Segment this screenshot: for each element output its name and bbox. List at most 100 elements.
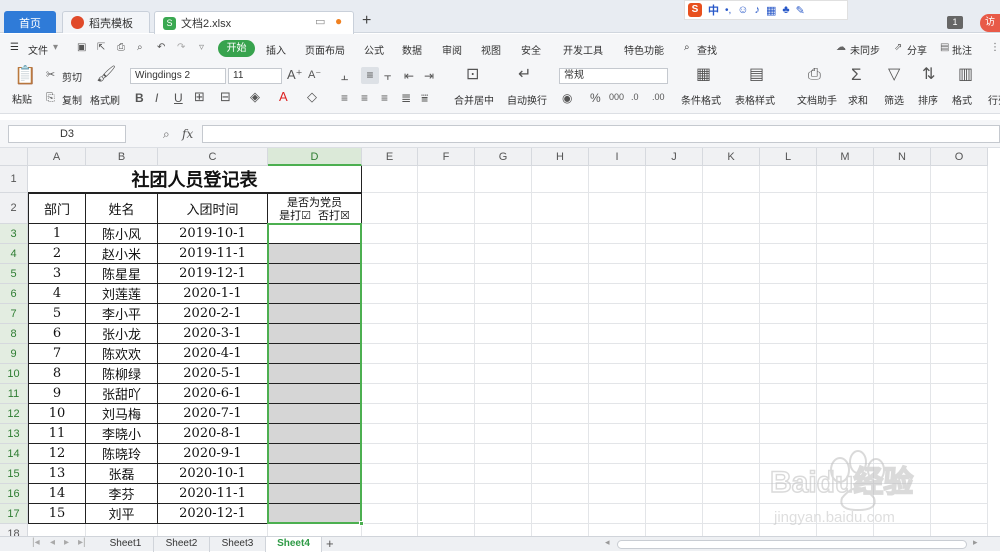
grid-cell[interactable] [418, 264, 475, 284]
grid-cell[interactable] [362, 324, 418, 344]
grid-cell[interactable] [589, 166, 646, 193]
grid-cell[interactable] [646, 264, 703, 284]
redo-icon[interactable]: ↷ [177, 42, 185, 53]
grid-cell[interactable] [475, 224, 532, 244]
scroll-right-icon[interactable]: ▸ [973, 537, 978, 548]
save-icon[interactable]: ▣ [77, 42, 86, 53]
column-header-o[interactable]: O [931, 148, 988, 166]
grid-cell[interactable] [760, 384, 817, 404]
sheet-tab-2[interactable]: Sheet2 [154, 537, 210, 552]
cell-party-member[interactable] [268, 484, 362, 504]
rows-cols-button[interactable]: 行列 [988, 92, 1000, 107]
grid-cell[interactable] [475, 464, 532, 484]
grid-cell[interactable] [931, 424, 988, 444]
grid-cell[interactable] [931, 524, 988, 536]
column-header-e[interactable]: E [362, 148, 418, 166]
grid-cell[interactable] [362, 524, 418, 536]
keyboard-icon[interactable]: ▦ [766, 4, 776, 17]
grid-cell[interactable] [931, 464, 988, 484]
cell-name[interactable]: 刘平 [86, 504, 158, 524]
grid-cell[interactable] [646, 284, 703, 304]
grid-cell[interactable] [532, 224, 589, 244]
grid-cell[interactable] [158, 524, 268, 536]
grid-cell[interactable] [931, 284, 988, 304]
row-header-13[interactable]: 13 [0, 424, 28, 444]
grid-cell[interactable] [589, 304, 646, 324]
grid-cell[interactable] [362, 264, 418, 284]
grid-cell[interactable] [874, 444, 931, 464]
grid-cell[interactable] [589, 284, 646, 304]
grid-cell[interactable] [817, 444, 874, 464]
distributed-icon[interactable]: ⩸ [421, 91, 428, 105]
grid-cell[interactable] [931, 304, 988, 324]
emoji-icon[interactable]: ☺ [737, 4, 748, 16]
grid-cell[interactable] [418, 284, 475, 304]
increase-decimal-icon[interactable]: .0 [631, 90, 639, 104]
column-header-c[interactable]: C [158, 148, 268, 166]
bold-icon[interactable]: B [135, 91, 144, 105]
grid-cell[interactable] [589, 444, 646, 464]
grid-cell[interactable] [703, 344, 760, 364]
grid-cell[interactable] [874, 404, 931, 424]
cell-dept[interactable]: 7 [28, 344, 86, 364]
quick-access-more-icon[interactable]: ▿ [199, 42, 204, 53]
grid-cell[interactable] [703, 384, 760, 404]
grid-cell[interactable] [589, 244, 646, 264]
paste-button[interactable]: 粘贴 [12, 91, 32, 106]
cell-party-member[interactable] [268, 264, 362, 284]
menu-search[interactable]: 查找 [697, 42, 717, 57]
zoom-search-icon[interactable]: ⌕ [163, 127, 170, 142]
grid-cell[interactable] [703, 524, 760, 536]
cell-dept[interactable]: 8 [28, 364, 86, 384]
menu-page-layout[interactable]: 页面布局 [305, 42, 345, 57]
export-icon[interactable]: ⇱ [97, 42, 105, 53]
font-name-select[interactable]: Wingdings 2 [130, 68, 226, 84]
grid-cell[interactable] [931, 166, 988, 193]
column-header-j[interactable]: J [646, 148, 703, 166]
align-top-icon[interactable]: ⫠ [341, 69, 348, 83]
column-header-a[interactable]: A [28, 148, 86, 166]
hamburger-icon[interactable]: ☰ [10, 42, 19, 53]
grid-cell[interactable] [418, 484, 475, 504]
cell-name[interactable]: 李芬 [86, 484, 158, 504]
grid-cell[interactable] [760, 404, 817, 424]
grid-cell[interactable] [589, 264, 646, 284]
grid-cell[interactable] [817, 244, 874, 264]
grid-cell[interactable] [532, 324, 589, 344]
grid-cell[interactable] [418, 224, 475, 244]
grid-cell[interactable] [874, 244, 931, 264]
grid-cell[interactable] [532, 304, 589, 324]
table-style-button[interactable]: 表格样式 [735, 92, 775, 107]
cell-dept[interactable]: 11 [28, 424, 86, 444]
grid-cell[interactable] [532, 424, 589, 444]
row-header-1[interactable]: 1 [0, 166, 28, 193]
doc-helper-button[interactable]: 文档助手 [797, 92, 837, 107]
grid-cell[interactable] [532, 444, 589, 464]
grid-cell[interactable] [86, 524, 158, 536]
grid-cell[interactable] [931, 344, 988, 364]
grid-cell[interactable] [418, 384, 475, 404]
grid-cell[interactable] [589, 344, 646, 364]
grid-cell[interactable] [760, 264, 817, 284]
user-avatar[interactable]: 访 [980, 14, 1000, 32]
add-sheet-button[interactable]: + [326, 536, 334, 551]
fill-color-icon[interactable]: ◈ [250, 90, 260, 104]
grid-cell[interactable] [362, 464, 418, 484]
grid-cell[interactable] [874, 464, 931, 484]
grid-cell[interactable] [817, 284, 874, 304]
cell-dept[interactable]: 15 [28, 504, 86, 524]
grid-cell[interactable] [532, 284, 589, 304]
scroll-left-icon[interactable]: ◂ [605, 537, 610, 548]
grid-cell[interactable] [931, 484, 988, 504]
grid-cell[interactable] [817, 464, 874, 484]
column-header-l[interactable]: L [760, 148, 817, 166]
cell-party-member[interactable] [268, 364, 362, 384]
grid-cell[interactable] [532, 484, 589, 504]
grid-cell[interactable] [760, 324, 817, 344]
grid-cell[interactable] [532, 166, 589, 193]
chevron-down-icon[interactable]: ▾ [53, 42, 58, 53]
increase-font-icon[interactable]: A⁺ [287, 68, 303, 82]
monitor-icon[interactable]: ▭ [315, 15, 325, 28]
grid-cell[interactable] [760, 224, 817, 244]
grid-cell[interactable] [532, 504, 589, 524]
